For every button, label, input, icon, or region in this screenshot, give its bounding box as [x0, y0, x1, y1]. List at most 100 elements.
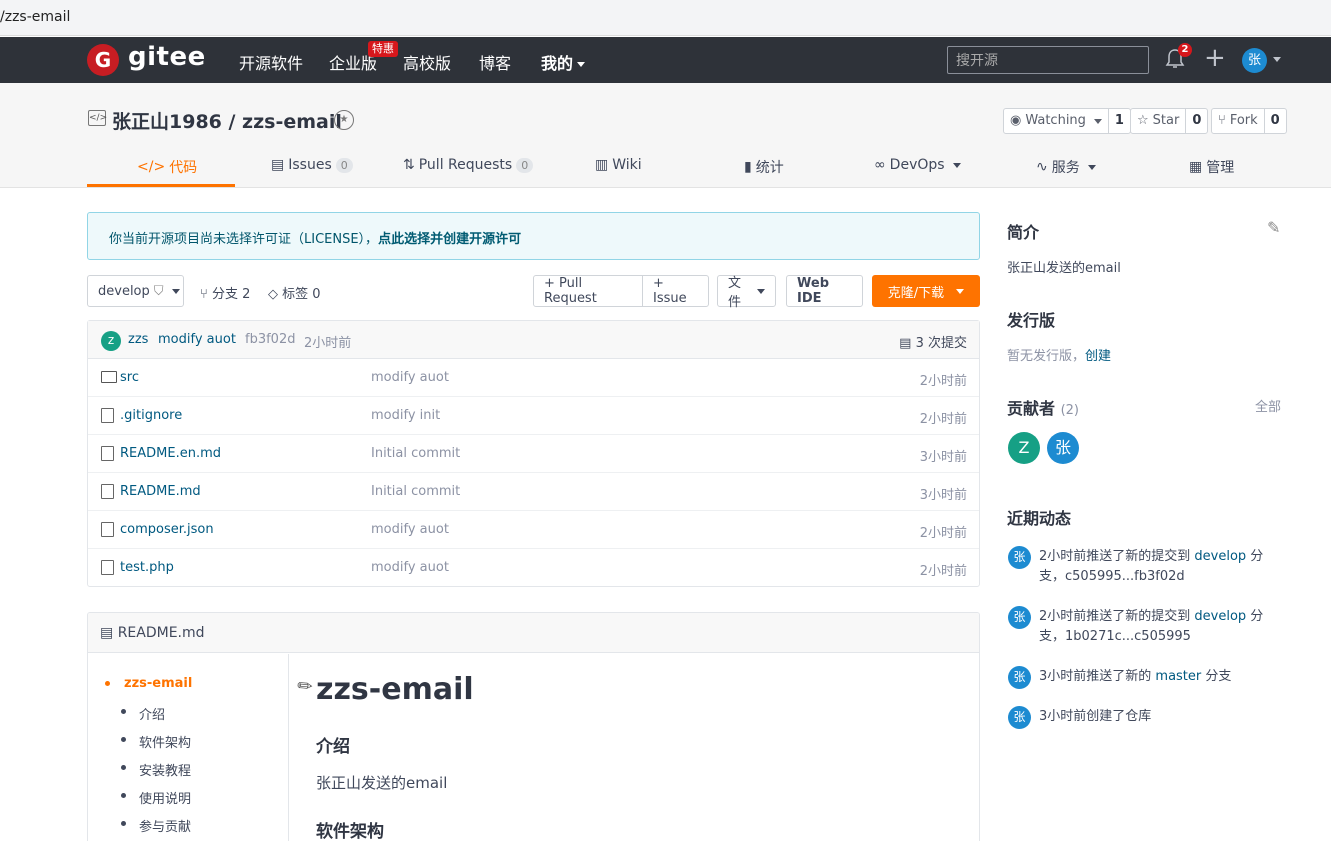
readme-file-icon: ▤: [100, 625, 118, 641]
commit-author[interactable]: zzs: [128, 332, 148, 347]
license-notice: 你当前开源项目尚未选择许可证（LICENSE），点此选择并创建开源许可: [87, 212, 980, 260]
activity-avatar[interactable]: 张: [1008, 546, 1031, 569]
contributors-count: (2): [1060, 403, 1080, 418]
file-name-link[interactable]: src: [120, 370, 139, 385]
file-name-link[interactable]: test.php: [120, 560, 174, 575]
browser-url-bar[interactable]: /zzs-email: [0, 0, 1331, 36]
watch-count[interactable]: 1: [1107, 109, 1130, 133]
promo-badge: 特惠: [368, 41, 398, 57]
activity-avatar[interactable]: 张: [1008, 706, 1031, 729]
activity-avatar[interactable]: 张: [1008, 666, 1031, 689]
file-commit-message[interactable]: modify auot: [371, 560, 449, 575]
new-pr-label: + Pull Request: [544, 276, 597, 306]
chevron-down-icon: [952, 162, 961, 168]
file-row[interactable]: test.php modify auot 2小时前: [88, 549, 979, 587]
fork-button-group[interactable]: ⑂ Fork 0: [1211, 108, 1287, 134]
contributors-all-link[interactable]: 全部: [1255, 396, 1281, 415]
toc-item-contribute[interactable]: 参与贡献: [139, 816, 191, 835]
toc-bullet: [121, 709, 126, 714]
gitee-logo-icon[interactable]: G: [87, 44, 119, 76]
pin-icon: ✎: [293, 673, 319, 700]
activity-branch-link[interactable]: master: [1155, 669, 1201, 684]
file-name-link[interactable]: .gitignore: [120, 408, 182, 423]
folder-icon: [101, 371, 117, 383]
file-row[interactable]: README.en.md Initial commit 3小时前: [88, 435, 979, 473]
activity-branch-link[interactable]: develop: [1194, 549, 1246, 564]
tab-code[interactable]: </> 代码: [137, 157, 197, 177]
file-commit-message[interactable]: modify auot: [371, 522, 449, 537]
nav-mine[interactable]: 我的: [541, 50, 586, 74]
toc-item-install[interactable]: 安装教程: [139, 760, 191, 779]
readme-filename: README.md: [117, 625, 205, 641]
activity-avatar[interactable]: 张: [1008, 606, 1031, 629]
toc-item-architecture[interactable]: 软件架构: [139, 732, 191, 751]
watch-button[interactable]: ◉ Watching: [1004, 109, 1108, 133]
edit-icon[interactable]: ✎: [1267, 218, 1280, 237]
watch-button-group[interactable]: ◉ Watching 1: [1003, 108, 1131, 134]
plus-icon[interactable]: +: [1204, 43, 1226, 73]
new-issue-label: + Issue: [653, 276, 687, 306]
tags-link[interactable]: ◇ 标签 0: [268, 283, 321, 302]
toc-item-intro[interactable]: 介绍: [139, 704, 165, 723]
tab-issues[interactable]: ▤ Issues 0: [271, 157, 353, 173]
nav-education[interactable]: 高校版: [403, 50, 451, 74]
file-menu-button[interactable]: 文件: [717, 275, 776, 310]
file-commit-message[interactable]: modify init: [371, 408, 440, 423]
activity-title: 近期动态: [1007, 509, 1072, 528]
file-commit-message[interactable]: Initial commit: [371, 446, 460, 461]
file-commit-message[interactable]: modify auot: [371, 370, 449, 385]
file-name-link[interactable]: composer.json: [120, 522, 214, 537]
create-release-link[interactable]: 创建: [1085, 349, 1111, 364]
clone-download-button[interactable]: 克隆/下载: [872, 275, 980, 307]
star-button-group[interactable]: ☆ Star 0: [1130, 108, 1209, 134]
commit-author-avatar[interactable]: z: [101, 331, 121, 351]
nav-open-source[interactable]: 开源软件: [239, 50, 303, 74]
tab-devops[interactable]: ∞ DevOps: [874, 157, 961, 173]
file-icon: [101, 560, 114, 575]
watch-label: Watching: [1025, 113, 1086, 128]
search-input[interactable]: [947, 46, 1149, 74]
code-icon: </>: [137, 159, 166, 175]
tab-services[interactable]: ∿ 服务: [1036, 157, 1096, 177]
file-icon: [101, 522, 114, 537]
activity-branch-link[interactable]: develop: [1194, 609, 1246, 624]
file-row[interactable]: composer.json modify auot 2小时前: [88, 511, 979, 549]
tab-code-label: 代码: [169, 160, 198, 176]
file-row[interactable]: README.md Initial commit 3小时前: [88, 473, 979, 511]
file-row[interactable]: src modify auot 2小时前: [88, 359, 979, 397]
contributor-avatar[interactable]: Z: [1008, 432, 1040, 464]
fork-button[interactable]: ⑂ Fork: [1212, 109, 1264, 133]
user-avatar[interactable]: 张: [1242, 48, 1267, 73]
commit-hash[interactable]: fb3f02d: [245, 332, 295, 347]
nav-blog[interactable]: 博客: [479, 50, 511, 74]
commit-message[interactable]: modify auot: [158, 332, 236, 347]
file-commit-message[interactable]: Initial commit: [371, 484, 460, 499]
chevron-down-icon[interactable]: [1273, 57, 1281, 62]
create-license-link[interactable]: 点此选择并创建开源许可: [378, 232, 521, 247]
medal-icon[interactable]: ★: [334, 110, 354, 130]
file-name-link[interactable]: README.md: [120, 484, 201, 499]
repo-title[interactable]: 张正山1986 / zzs-email: [112, 107, 342, 134]
fork-count[interactable]: 0: [1263, 109, 1286, 133]
tab-manage[interactable]: ▦ 管理: [1189, 157, 1234, 177]
branches-link[interactable]: ⑂ 分支 2: [200, 283, 250, 302]
gitee-logo-text[interactable]: gitee: [128, 42, 206, 72]
commit-count-link[interactable]: ▤ 3 次提交: [899, 332, 967, 351]
contributor-avatar[interactable]: 张: [1047, 432, 1079, 464]
file-row[interactable]: .gitignore modify init 2小时前: [88, 397, 979, 435]
tab-wiki[interactable]: ▥ Wiki: [595, 157, 642, 173]
tab-stats[interactable]: ▮ 统计: [744, 157, 784, 177]
file-name-link[interactable]: README.en.md: [120, 446, 221, 461]
toc-item-usage[interactable]: 使用说明: [139, 788, 191, 807]
star-button[interactable]: ☆ Star: [1131, 109, 1185, 133]
activity-item: 3小时前推送了新的 master 分支: [1039, 667, 1284, 687]
new-issue-button[interactable]: + Issue: [642, 275, 709, 307]
tab-pull-requests[interactable]: ⇅ Pull Requests 0: [403, 157, 534, 173]
branch-select[interactable]: develop ⛉: [87, 275, 184, 307]
new-pull-request-button[interactable]: + Pull Request: [533, 275, 643, 307]
tags-label: 标签 0: [282, 287, 321, 302]
toc-item-title[interactable]: zzs-email: [124, 676, 192, 691]
activity-item: 3小时前创建了仓库: [1039, 707, 1284, 727]
star-count[interactable]: 0: [1185, 109, 1207, 133]
web-ide-button[interactable]: Web IDE: [786, 275, 863, 307]
